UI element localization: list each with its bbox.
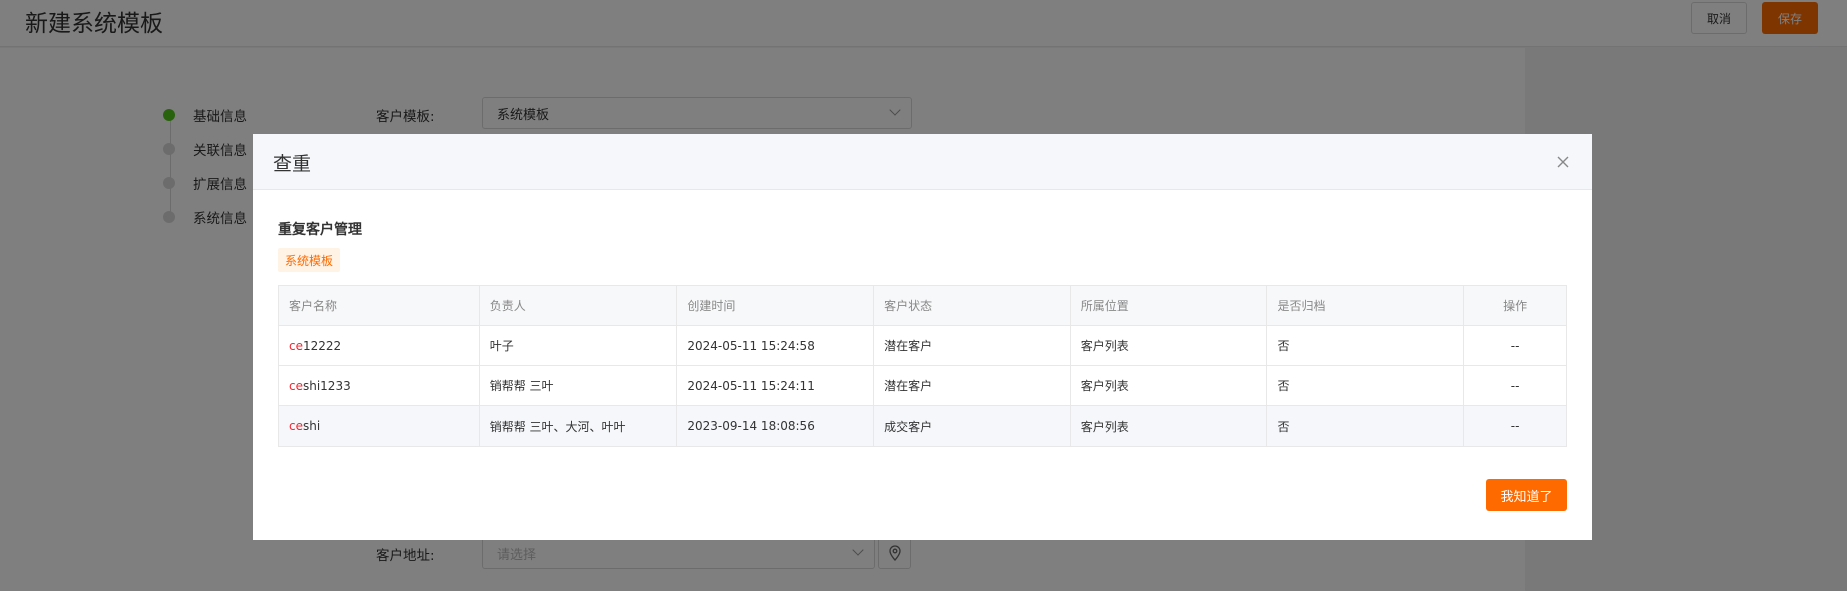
table-row[interactable]: ce shi 销帮帮 三叶、大河、叶叶 2023-09-14 18:08:56 成… xyxy=(279,406,1566,446)
status-cell: 潜在客户 xyxy=(874,366,1071,405)
action-cell: -- xyxy=(1510,378,1520,393)
name-rest: shi xyxy=(302,419,321,433)
column-header: 负责人 xyxy=(480,286,678,325)
created-time-cell: 2024-05-11 15:24:58 xyxy=(677,326,875,365)
created-time-cell: 2023-09-14 18:08:56 xyxy=(677,406,875,446)
owner-cell: 叶子 xyxy=(480,326,678,365)
template-tag: 系统模板 xyxy=(278,248,341,272)
column-header: 是否归档 xyxy=(1267,286,1465,325)
name-match-highlight: ce xyxy=(289,419,303,433)
location-cell: 客户列表 xyxy=(1071,406,1268,446)
customer-name-cell: ce shi1233 xyxy=(279,366,480,405)
dialog-title: 查重 xyxy=(273,153,312,175)
column-header: 操作 xyxy=(1503,299,1528,313)
acknowledge-button[interactable]: 我知道了 xyxy=(1486,479,1567,511)
column-header: 所属位置 xyxy=(1071,286,1268,325)
table-header-row: 客户名称 负责人 创建时间 客户状态 所属位置 是否归档 操作 xyxy=(279,286,1566,326)
column-header: 客户名称 xyxy=(279,286,480,325)
archived-cell: 否 xyxy=(1267,326,1465,365)
table-row[interactable]: ce 12222 叶子 2024-05-11 15:24:58 潜在客户 客户列表… xyxy=(279,326,1566,366)
name-rest: shi1233 xyxy=(302,378,351,393)
status-cell: 成交客户 xyxy=(874,406,1071,446)
owner-cell: 销帮帮 三叶 xyxy=(480,366,678,405)
created-time-cell: 2024-05-11 15:24:11 xyxy=(677,366,875,405)
action-cell: -- xyxy=(1510,338,1520,353)
column-header: 客户状态 xyxy=(874,286,1071,325)
table-row[interactable]: ce shi1233 销帮帮 三叶 2024-05-11 15:24:11 潜在客… xyxy=(279,366,1566,406)
archived-cell: 否 xyxy=(1267,366,1465,405)
location-cell: 客户列表 xyxy=(1071,366,1268,405)
customer-name-cell: ce 12222 xyxy=(279,326,480,365)
name-match-highlight: ce xyxy=(289,338,303,353)
name-rest: 12222 xyxy=(302,338,342,353)
action-cell: -- xyxy=(1510,419,1520,433)
customer-name-cell: ce shi xyxy=(279,406,480,446)
location-cell: 客户列表 xyxy=(1071,326,1268,365)
dialog-header: 查重 xyxy=(253,134,1592,190)
section-title: 重复客户管理 xyxy=(278,222,362,238)
duplicate-check-dialog: 查重 重复客户管理 系统模板 客户名称 负责人 创建时间 客户状态 所属位置 是… xyxy=(253,134,1592,540)
name-match-highlight: ce xyxy=(289,378,303,393)
status-cell: 潜在客户 xyxy=(874,326,1071,365)
archived-cell: 否 xyxy=(1267,406,1465,446)
column-header: 创建时间 xyxy=(677,286,875,325)
close-icon[interactable] xyxy=(1553,152,1573,172)
duplicate-table: 客户名称 负责人 创建时间 客户状态 所属位置 是否归档 操作 ce 12222 … xyxy=(278,285,1567,447)
owner-cell: 销帮帮 三叶、大河、叶叶 xyxy=(480,406,678,446)
